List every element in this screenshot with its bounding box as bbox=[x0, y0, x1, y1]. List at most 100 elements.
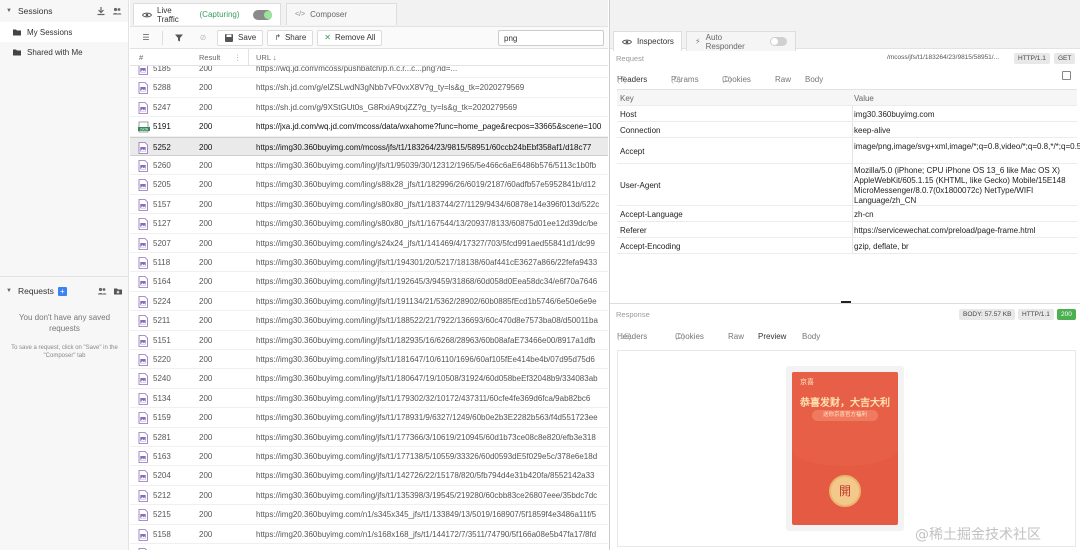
table-row[interactable]: 5207 200 https://img30.360buyimg.com/ling/… bbox=[130, 234, 608, 253]
row-url: https://img30.360buyimg.com/ling/jfs/t1/… bbox=[256, 277, 598, 287]
clear-filter-icon[interactable]: ⊘ bbox=[193, 30, 213, 46]
table-row[interactable]: 5252 200 https://img30.360buyimg.com/mcoss… bbox=[130, 136, 608, 156]
copy-icon[interactable] bbox=[1062, 71, 1071, 80]
row-url: https://img30.360buyimg.com/ling/jfs/t1/… bbox=[256, 296, 597, 306]
users-icon[interactable] bbox=[112, 6, 122, 17]
table-row[interactable]: 5215 200 https://img20.360buyimg.com/n1/s3… bbox=[130, 505, 608, 525]
requests-section-header[interactable]: ▼ Requests + bbox=[0, 280, 129, 302]
sidebar-item-my-sessions[interactable]: My Sessions bbox=[0, 22, 128, 42]
tab-live-traffic[interactable]: Live Traffic (Capturing) bbox=[133, 3, 281, 25]
download-icon[interactable] bbox=[96, 6, 106, 17]
headers-table-head: Key Value bbox=[617, 90, 1077, 106]
add-request-icon[interactable]: + bbox=[57, 286, 67, 296]
resp-tab-preview-label: Preview bbox=[758, 332, 787, 341]
table-row[interactable]: 5164 200 https://img30.360buyimg.com/ling/… bbox=[130, 272, 608, 292]
filter-icon[interactable] bbox=[169, 30, 189, 46]
table-row[interactable]: 5157 200 https://img30.360buyimg.com/ling/… bbox=[130, 195, 608, 215]
tab-auto-responder[interactable]: ⚡ Auto Responder bbox=[686, 31, 796, 51]
column-header-result[interactable]: Result bbox=[199, 53, 220, 62]
table-row[interactable]: 5205 200 https://img30.360buyimg.com/ling/… bbox=[130, 175, 608, 195]
row-result: 200 bbox=[199, 393, 213, 403]
table-row[interactable]: 5211 200 https://img30.360buyimg.com/ling/… bbox=[130, 311, 608, 331]
table-row[interactable]: 5281 200 https://img30.360buyimg.com/ling/… bbox=[130, 428, 608, 447]
url-filter-input[interactable] bbox=[498, 30, 604, 46]
capture-toggle[interactable] bbox=[252, 9, 272, 20]
table-row[interactable]: 5159 200 https://img30.360buyimg.com/ling/… bbox=[130, 408, 608, 428]
row-url: https://img30.360buyimg.com/ling/s88x28_… bbox=[256, 180, 596, 190]
row-id: 5215 bbox=[153, 510, 171, 520]
header-value: img30.360buyimg.com bbox=[854, 110, 935, 119]
image-file-icon bbox=[138, 509, 148, 522]
lightning-icon: ⚡ bbox=[695, 37, 701, 46]
table-row[interactable]: 5260 200 https://img30.360buyimg.com/ling/… bbox=[130, 156, 608, 176]
tab-composer[interactable]: </> Composer bbox=[286, 3, 397, 25]
table-row[interactable]: 5134 200 https://img30.360buyimg.com/ling/… bbox=[130, 389, 608, 409]
table-row[interactable]: 5127 200 https://img30.360buyimg.com/ling/… bbox=[130, 214, 608, 234]
collapse-caret-icon[interactable]: ▼ bbox=[6, 8, 12, 14]
image-file-icon bbox=[138, 451, 148, 463]
header-key: Connection bbox=[620, 125, 661, 135]
empty-requests-hint: To save a request, click on "Save" in th… bbox=[11, 345, 118, 359]
request-subtabs: Headers (7) Params (0) Cookies (0) Raw Body bbox=[610, 69, 1080, 87]
header-row: Accept-Encoding gzip, deflate, br bbox=[617, 238, 1077, 254]
table-row[interactable]: 5185 200 https://wq.jd.com/mcoss/pushbatch… bbox=[130, 66, 608, 79]
tab-live-traffic-label: Live Traffic bbox=[157, 5, 179, 24]
table-row[interactable]: 5288 200 https://sh.jd.com/g/elZSLwdN3gNbb… bbox=[130, 78, 608, 98]
table-row[interactable]: 5163 200 https://img30.360buyimg.com/ling/… bbox=[130, 447, 608, 467]
menu-icon[interactable]: ☰ bbox=[136, 30, 156, 46]
image-file-icon bbox=[138, 315, 148, 328]
image-file-icon bbox=[138, 470, 148, 483]
table-row[interactable]: 5247 200 https://sh.jd.com/g/9XStGUt0s_G8R… bbox=[130, 98, 608, 118]
add-folder-icon[interactable] bbox=[113, 286, 123, 297]
collapse-caret-icon[interactable]: ▼ bbox=[6, 288, 12, 294]
table-row[interactable]: 5204 200 https://img30.360buyimg.com/ling/… bbox=[130, 466, 608, 486]
watermark: @稀土掘金技术社区 bbox=[915, 527, 1041, 543]
column-header-id[interactable]: # bbox=[139, 53, 143, 62]
table-row[interactable]: 5151 200 https://img30.360buyimg.com/ling/… bbox=[130, 331, 608, 350]
row-id: 5211 bbox=[153, 316, 171, 326]
table-row[interactable]: 5212 200 https://img30.360buyimg.com/ling/… bbox=[130, 486, 608, 506]
table-row[interactable]: JSON 5191 200 https://jxa.jd.com/wq.jd.com/… bbox=[130, 117, 608, 137]
url-header-label: URL bbox=[256, 53, 271, 62]
eye-icon bbox=[622, 37, 632, 47]
sidebar: ▼ Sessions My Sessions Shared with Me ▼ … bbox=[0, 0, 129, 550]
column-options-icon[interactable]: ⋮ bbox=[234, 53, 242, 62]
share-button[interactable]: ↱ Share bbox=[267, 29, 314, 46]
header-value: image/png,image/svg+xml,image/*;q=0.8,vi… bbox=[854, 142, 1080, 151]
image-file-icon bbox=[138, 334, 148, 347]
resp-tab-headers-count: (16) bbox=[617, 332, 632, 341]
image-file-icon bbox=[138, 354, 148, 366]
folder-icon bbox=[12, 27, 22, 37]
column-header-url[interactable]: URL ↓ bbox=[256, 53, 277, 62]
table-row[interactable]: 5224 200 https://img30.360buyimg.com/ling/… bbox=[130, 292, 608, 312]
table-row[interactable]: 5196200https://img20.360buyimg.com/ling/… bbox=[130, 544, 608, 550]
save-button[interactable]: Save bbox=[217, 29, 264, 46]
save-icon bbox=[224, 33, 234, 43]
remove-all-button[interactable]: ✕ Remove All bbox=[317, 29, 383, 46]
inspector-tab-bar: Inspectors ⚡ Auto Responder bbox=[610, 27, 1080, 51]
splitter-grip-icon[interactable] bbox=[841, 301, 851, 303]
sessions-section-header[interactable]: ▼ Sessions bbox=[0, 0, 128, 22]
users-icon[interactable] bbox=[97, 286, 107, 297]
table-row[interactable]: 5158 200 https://img20.360buyimg.com/n1/s1… bbox=[130, 525, 608, 544]
row-url: https://img30.360buyimg.com/ling/jfs/t1/… bbox=[256, 316, 598, 326]
row-result: 200 bbox=[199, 432, 213, 442]
table-row[interactable]: 5220 200 https://img30.360buyimg.com/ling/… bbox=[130, 350, 608, 370]
panel-splitter[interactable] bbox=[610, 303, 1080, 304]
header-value: zh-cn bbox=[854, 210, 874, 219]
tab-inspectors[interactable]: Inspectors bbox=[613, 31, 682, 51]
row-result: 200 bbox=[199, 510, 213, 520]
table-row[interactable]: 5118 200 https://img30.360buyimg.com/ling/… bbox=[130, 253, 608, 273]
table-row[interactable]: 5240 200 https://img30.360buyimg.com/ling/… bbox=[130, 369, 608, 389]
row-url: https://img20.360buyimg.com/n1/s168x168_… bbox=[256, 529, 597, 539]
row-id: 5157 bbox=[153, 199, 171, 209]
header-key: Accept bbox=[620, 146, 645, 156]
row-url: https://sh.jd.com/g/9XStGUt0s_G8RxiA9txj… bbox=[256, 102, 518, 112]
req-tab-raw-label: Raw bbox=[775, 75, 792, 84]
requests-section: ▼ Requests + You don't have any saved re… bbox=[0, 280, 129, 360]
auto-responder-toggle[interactable] bbox=[770, 37, 787, 46]
sidebar-item-shared-with-me[interactable]: Shared with Me bbox=[0, 42, 128, 62]
header-key: Accept-Encoding bbox=[620, 241, 681, 251]
row-id: 5151 bbox=[153, 335, 171, 345]
row-url: https://img30.360buyimg.com/ling/jfs/t1/… bbox=[256, 452, 598, 461]
